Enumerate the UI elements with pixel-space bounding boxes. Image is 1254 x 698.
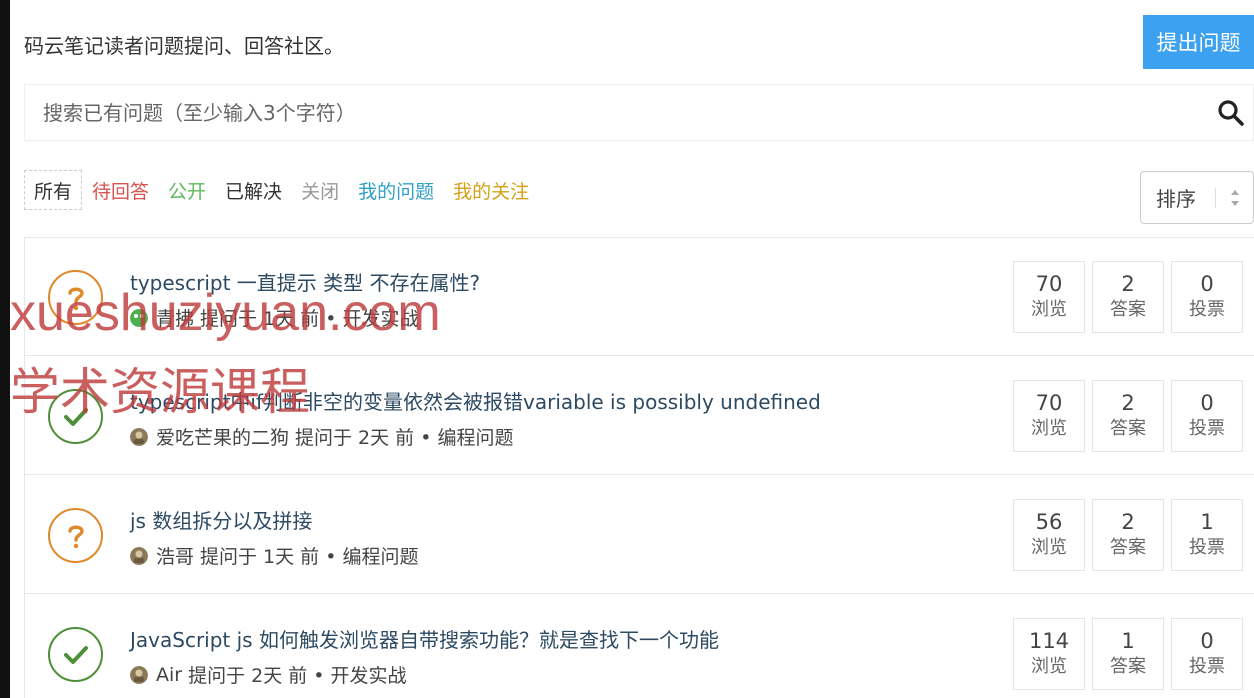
votes-count: 1 [1200,510,1214,534]
answers-stat: 2 答案 [1092,380,1164,452]
question-meta: 爱吃芒果的二狗 提问于 2天 前 • 编程问题 [130,423,513,450]
votes-stat: 0 投票 [1171,618,1243,690]
avatar[interactable] [130,308,148,327]
avatar[interactable] [130,665,148,684]
question-meta: 青拂 提问于 1天 前 • 开发实战 [130,304,418,331]
filter-solved[interactable]: 已解决 [216,170,291,210]
views-stat: 56 浏览 [1013,499,1085,571]
votes-label: 投票 [1189,299,1225,320]
views-stat: 70 浏览 [1013,380,1085,452]
sort-arrows-icon [1229,187,1241,209]
question-time-category: 提问于 2天 前 • 编程问题 [295,427,514,449]
answers-count: 2 [1121,272,1135,296]
ask-question-button[interactable]: 提出问题 [1143,15,1254,69]
views-count: 70 [1035,272,1063,296]
filter-open[interactable]: 公开 [159,170,215,210]
author-name[interactable]: 青拂 [156,304,194,331]
question-title[interactable]: typescript 一直提示 类型 不存在属性? [130,267,480,296]
filter-all[interactable]: 所有 [24,170,83,210]
answers-count: 2 [1121,391,1135,415]
votes-count: 0 [1200,391,1214,415]
views-stat: 70 浏览 [1013,261,1085,333]
sort-label: 排序 [1156,187,1196,211]
sort-divider [1215,188,1216,208]
question-row[interactable]: js 数组拆分以及拼接 浩哥 提问于 1天 前 • 编程问题 56 浏览 2 答… [25,476,1254,594]
avatar[interactable] [130,427,148,446]
votes-stat: 0 投票 [1171,261,1243,333]
question-meta: Air 提问于 2天 前 • 开发实战 [130,661,407,688]
filter-closed[interactable]: 关闭 [292,170,348,210]
answers-stat: 2 答案 [1092,499,1164,571]
views-count: 56 [1035,510,1063,534]
page-header: 码云笔记读者问题提问、回答社区。 提出问题 [24,0,1254,70]
votes-label: 投票 [1189,537,1225,558]
question-row[interactable]: typescript中if判断非空的变量依然会被报错variable is po… [25,357,1254,475]
question-mark-icon [48,508,103,563]
question-title[interactable]: typescript中if判断非空的变量依然会被报错variable is po… [130,386,821,415]
search-input[interactable] [25,85,1205,140]
views-count: 70 [1035,391,1063,415]
question-meta: 浩哥 提问于 1天 前 • 编程问题 [130,542,418,569]
answers-label: 答案 [1110,537,1146,558]
checkmark-icon [48,389,103,444]
votes-count: 0 [1200,272,1214,296]
answers-label: 答案 [1110,656,1146,677]
checkmark-icon [48,627,103,682]
filter-tabs: 所有 待回答 公开 已解决 关闭 我的问题 我的关注 [24,170,539,210]
community-intro: 码云笔记读者问题提问、回答社区。 [24,34,344,58]
answers-count: 2 [1121,510,1135,534]
answers-stat: 2 答案 [1092,261,1164,333]
question-time-category: 提问于 2天 前 • 开发实战 [188,665,407,687]
question-row[interactable]: typescript 一直提示 类型 不存在属性? 青拂 提问于 1天 前 • … [25,238,1254,356]
views-label: 浏览 [1031,418,1067,439]
filter-unanswered[interactable]: 待回答 [83,170,158,210]
author-name[interactable]: Air [156,664,182,686]
search-icon[interactable] [1217,99,1245,127]
votes-stat: 1 投票 [1171,499,1243,571]
author-name[interactable]: 爱吃芒果的二狗 [156,423,289,450]
answers-stat: 1 答案 [1092,618,1164,690]
avatar[interactable] [130,546,148,565]
sort-select[interactable]: 排序 [1140,171,1254,224]
votes-label: 投票 [1189,418,1225,439]
views-label: 浏览 [1031,656,1067,677]
answers-label: 答案 [1110,418,1146,439]
views-label: 浏览 [1031,537,1067,558]
author-name[interactable]: 浩哥 [156,542,194,569]
filter-my-following[interactable]: 我的关注 [444,170,538,210]
question-row[interactable]: JavaScript js 如何触发浏览器自带搜索功能？就是查找下一个功能 Ai… [25,595,1254,698]
question-mark-icon [48,270,103,325]
left-edge-strip [0,0,10,698]
answers-count: 1 [1121,629,1135,653]
question-list: typescript 一直提示 类型 不存在属性? 青拂 提问于 1天 前 • … [24,237,1254,698]
question-time-category: 提问于 1天 前 • 开发实战 [200,308,419,330]
views-label: 浏览 [1031,299,1067,320]
votes-label: 投票 [1189,656,1225,677]
qa-page: 码云笔记读者问题提问、回答社区。 提出问题 所有 待回答 公开 已解决 关闭 我… [24,0,1254,698]
votes-stat: 0 投票 [1171,380,1243,452]
votes-count: 0 [1200,629,1214,653]
answers-label: 答案 [1110,299,1146,320]
filter-my-questions[interactable]: 我的问题 [349,170,443,210]
question-title[interactable]: JavaScript js 如何触发浏览器自带搜索功能？就是查找下一个功能 [130,624,719,653]
views-stat: 114 浏览 [1013,618,1085,690]
search-bar [24,84,1254,141]
question-title[interactable]: js 数组拆分以及拼接 [130,505,312,534]
question-time-category: 提问于 1天 前 • 编程问题 [200,546,419,568]
views-count: 114 [1028,629,1070,653]
